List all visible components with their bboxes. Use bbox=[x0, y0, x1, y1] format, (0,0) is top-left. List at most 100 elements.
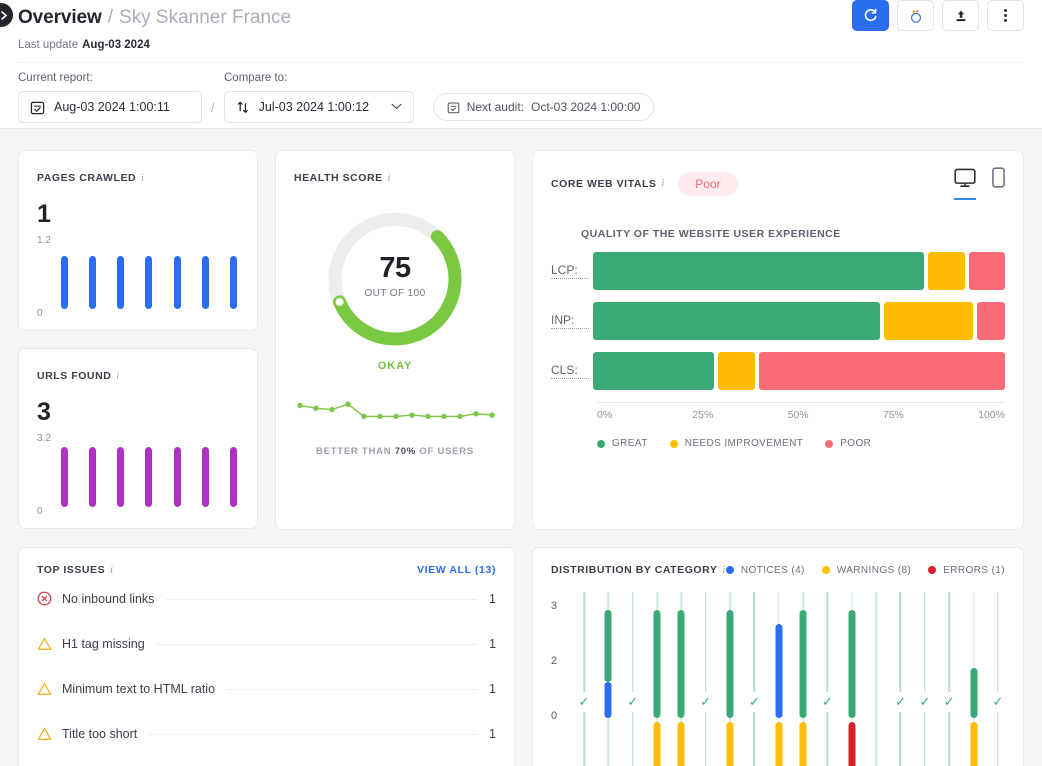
issue-row[interactable]: Minimum text to HTML ratio 1 bbox=[37, 666, 496, 711]
issue-leader-line bbox=[227, 689, 478, 690]
issue-label: No inbound links bbox=[62, 591, 155, 606]
legend-label: NOTICES (4) bbox=[740, 564, 805, 576]
distribution-column[interactable] bbox=[674, 592, 688, 766]
cwv-segment bbox=[718, 352, 755, 390]
distribution-title: DISTRIBUTION BY CATEGORY bbox=[551, 564, 718, 576]
legend-item: POOR bbox=[825, 438, 871, 449]
bar bbox=[229, 255, 237, 309]
warning-segment bbox=[970, 722, 977, 766]
bar bbox=[61, 447, 68, 507]
urls-found-title: URLS FOUND bbox=[37, 370, 112, 382]
distribution-column[interactable]: ✓ bbox=[820, 592, 834, 766]
pages-crawled-header: PAGES CRAWLED i bbox=[37, 168, 239, 186]
health-score-header: HEALTH SCORE i bbox=[294, 168, 496, 186]
current-report-picker[interactable]: Aug-03 2024 1:00:11 bbox=[18, 91, 202, 123]
column-stack-upper bbox=[677, 610, 685, 718]
distribution-y-tick: 3 bbox=[551, 600, 558, 612]
info-icon[interactable]: i bbox=[388, 173, 391, 184]
desktop-toggle[interactable] bbox=[954, 168, 976, 200]
distribution-column[interactable]: ✓ bbox=[747, 592, 761, 766]
health-score-card: HEALTH SCORE i 75 OUT OF 100 OKAY BETTER… bbox=[275, 150, 515, 530]
legend-label: WARNINGS (8) bbox=[836, 564, 912, 576]
distribution-column[interactable]: ✓ bbox=[699, 592, 713, 766]
cwv-segment bbox=[968, 252, 1005, 290]
issue-row[interactable]: Title too short 1 bbox=[37, 711, 496, 756]
more-button[interactable] bbox=[987, 0, 1024, 31]
export-button[interactable] bbox=[942, 0, 979, 31]
next-audit-pill[interactable]: Next audit: Oct-03 2024 1:00:00 bbox=[432, 93, 655, 121]
legend-label: NEEDS IMPROVEMENT bbox=[684, 438, 804, 449]
dashboard-row-2: TOP ISSUES i VIEW ALL (13) No inbound lin… bbox=[18, 547, 1024, 766]
distribution-column[interactable] bbox=[650, 592, 664, 766]
cwv-metric-label[interactable]: CLS: bbox=[551, 363, 589, 379]
distribution-y-tick: 2 bbox=[551, 655, 558, 667]
cwv-row: CLS: bbox=[551, 352, 1005, 390]
picker-separator: / bbox=[211, 99, 215, 115]
compare-to-picker[interactable]: Jul-03 2024 1:00:12 bbox=[223, 91, 414, 123]
distribution-column[interactable] bbox=[601, 592, 615, 766]
distribution-column[interactable] bbox=[967, 592, 981, 766]
info-icon[interactable]: i bbox=[141, 173, 144, 184]
distribution-column[interactable]: ✓ bbox=[577, 592, 591, 766]
cwv-axis-tick: 25% bbox=[692, 409, 714, 421]
cwv-segment bbox=[928, 252, 965, 290]
top-issues-header: TOP ISSUES i VIEW ALL (13) bbox=[37, 564, 496, 576]
view-all-issues-link[interactable]: VIEW ALL (13) bbox=[417, 564, 496, 576]
column-guide bbox=[753, 592, 756, 766]
cwv-bar-rows: LCP: INP: CLS: bbox=[551, 252, 1005, 390]
info-icon[interactable]: i bbox=[722, 565, 725, 576]
ok-segment bbox=[799, 610, 807, 718]
distribution-column[interactable]: ✓ bbox=[942, 592, 956, 766]
distribution-column[interactable] bbox=[869, 592, 883, 766]
bar bbox=[145, 447, 153, 507]
bot-button[interactable] bbox=[897, 0, 934, 31]
distribution-column[interactable] bbox=[845, 592, 859, 766]
column-stack-lower bbox=[653, 722, 661, 766]
chevron-down-icon bbox=[391, 102, 402, 113]
last-update: Last update Aug-03 2024 bbox=[18, 39, 1024, 51]
breadcrumb-separator: / bbox=[107, 7, 113, 28]
distribution-chart: 0 2 3 ✓ ✓ ✓ ✓ ✓ ✓ ✓ ✓ ✓ bbox=[551, 592, 1005, 766]
cwv-metric-label[interactable]: LCP: bbox=[551, 263, 589, 279]
mobile-toggle[interactable] bbox=[992, 167, 1005, 200]
issue-leader-line bbox=[156, 644, 478, 645]
column-stack-upper bbox=[799, 610, 807, 718]
urls-found-axis-top: 3.2 bbox=[37, 433, 51, 444]
column-stack-upper bbox=[653, 610, 661, 718]
legend-dot bbox=[669, 439, 678, 448]
current-report-value: Aug-03 2024 1:00:11 bbox=[54, 100, 170, 114]
distribution-column[interactable]: ✓ bbox=[893, 592, 907, 766]
column-stack-upper bbox=[970, 667, 977, 718]
legend-item: NOTICES (4) bbox=[725, 564, 805, 576]
metrics-column: PAGES CRAWLED i 1 1.2 0 URLS FOUND i 3 3… bbox=[18, 150, 258, 530]
project-name[interactable]: Sky Skanner France bbox=[119, 7, 291, 29]
info-icon[interactable]: i bbox=[116, 371, 119, 382]
info-icon[interactable]: i bbox=[110, 565, 113, 576]
check-icon: ✓ bbox=[943, 692, 955, 712]
distribution-column[interactable] bbox=[772, 592, 786, 766]
health-score-outof: OUT OF 100 bbox=[364, 288, 426, 299]
report-controls: Current report: Compare to: Aug-03 2024 … bbox=[18, 72, 655, 123]
current-report-label: Current report: bbox=[18, 72, 93, 84]
better-suffix: OF USERS bbox=[419, 446, 474, 457]
cwv-header: CORE WEB VITALS i Poor bbox=[551, 167, 1005, 200]
issue-leader-line bbox=[149, 734, 478, 735]
last-update-label: Last update bbox=[18, 39, 79, 51]
issue-row[interactable]: No inbound links 1 bbox=[37, 576, 496, 621]
column-stack-lower bbox=[799, 722, 807, 766]
check-icon: ✓ bbox=[700, 692, 712, 712]
issue-row[interactable]: H1 tag missing 1 bbox=[37, 621, 496, 666]
cwv-title: CORE WEB VITALS bbox=[551, 177, 657, 190]
distribution-column[interactable]: ✓ bbox=[991, 592, 1005, 766]
info-icon[interactable]: i bbox=[661, 178, 664, 189]
distribution-column[interactable] bbox=[723, 592, 737, 766]
cwv-segment bbox=[593, 352, 715, 390]
cwv-metric-label[interactable]: INP: bbox=[551, 313, 589, 329]
distribution-column[interactable]: ✓ bbox=[918, 592, 932, 766]
distribution-column[interactable]: ✓ bbox=[626, 592, 640, 766]
column-stack-upper bbox=[726, 610, 734, 718]
refresh-button[interactable] bbox=[852, 0, 889, 31]
distribution-column[interactable] bbox=[796, 592, 810, 766]
sidebar-collapse-toggle[interactable] bbox=[0, 3, 13, 27]
page-header: Overview / Sky Skanner France Last updat… bbox=[0, 0, 1042, 129]
